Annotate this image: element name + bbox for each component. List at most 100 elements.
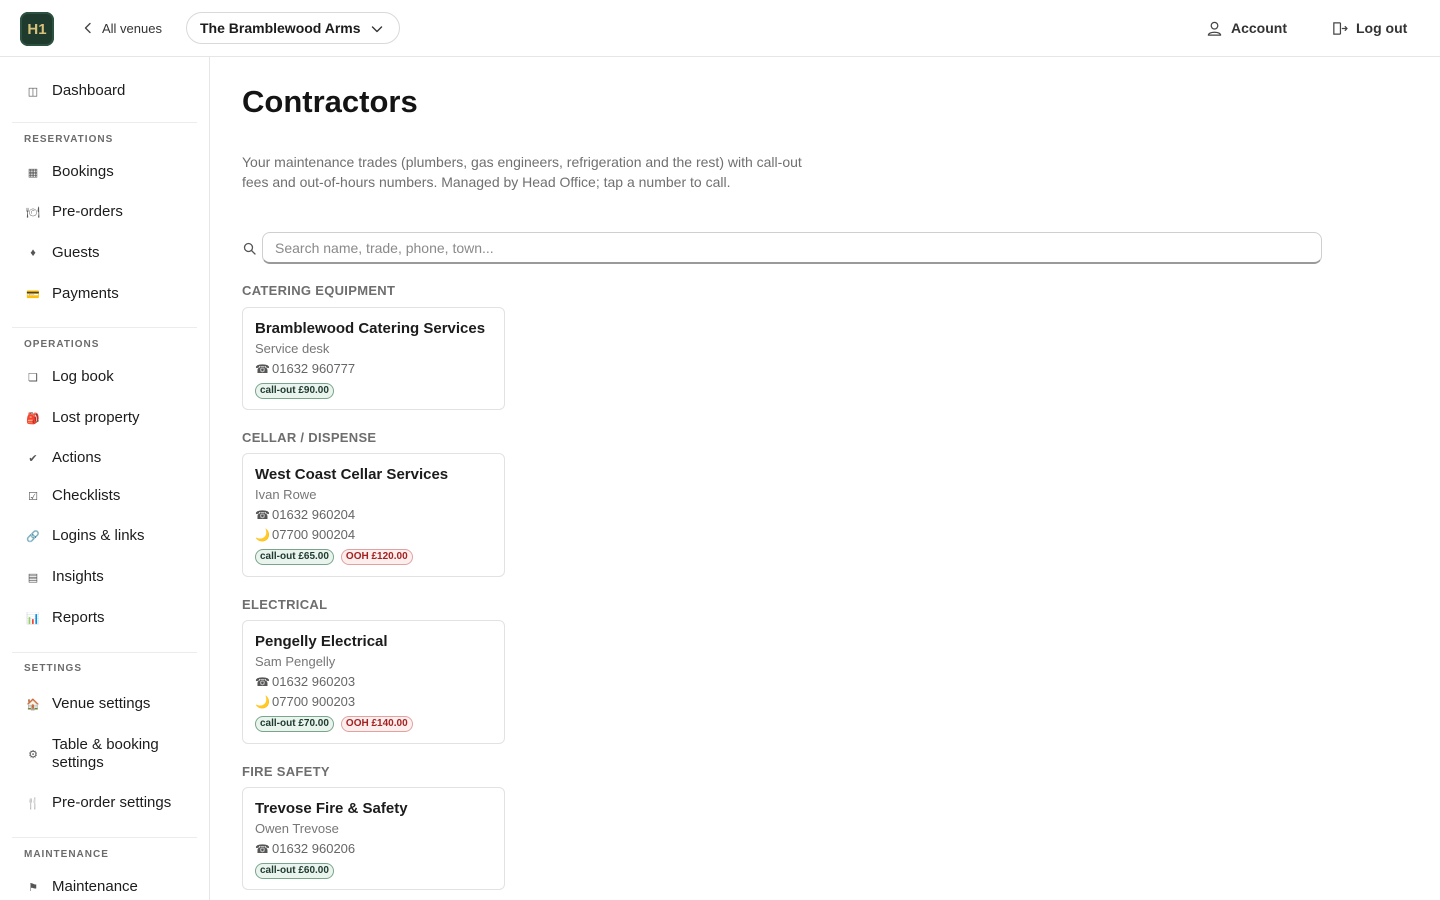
sidebar-item-label: Insights [52, 568, 104, 585]
contractor-card[interactable]: Bramblewood Catering Services Service de… [242, 307, 505, 410]
section-label-settings: SETTINGS [24, 663, 83, 674]
contractor-contact: Owen Trevose [255, 821, 339, 836]
venue-name: The Bramblewood Arms [200, 20, 361, 36]
logbook-icon: ❏ [28, 371, 38, 384]
sidebar-item-venue-settings[interactable]: 🏠 Venue settings [24, 695, 199, 713]
fee-badges: call-out £65.00 OOH £120.00 [255, 549, 492, 565]
phone-number: 01632 960204 [272, 507, 356, 522]
logout-button[interactable]: Log out [1331, 18, 1407, 38]
sidebar-item-label: Logins & links [52, 527, 145, 544]
user-icon [1207, 21, 1222, 36]
ooh-fee-badge: OOH £140.00 [340, 716, 413, 732]
phone-link[interactable]: ☎ 01632 960777 [255, 359, 492, 379]
gear-icon: ⚙ [28, 748, 38, 761]
logout-label: Log out [1356, 20, 1408, 36]
phone-icon: ☎ [255, 675, 270, 689]
ooh-phone-number: 07700 900203 [272, 694, 356, 709]
venue-selector[interactable]: The Bramblewood Arms [186, 12, 400, 44]
fee-badges: call-out £70.00 OOH £140.00 [255, 716, 492, 732]
contractor-contact: Service desk [255, 341, 330, 356]
moon-icon: 🌙 [255, 695, 270, 709]
sidebar-item-bookings[interactable]: ▦ Bookings [24, 163, 199, 181]
house-icon: 🏠 [26, 698, 40, 711]
contractor-contact: Ivan Rowe [255, 487, 317, 502]
ooh-fee-badge: OOH £120.00 [340, 549, 413, 565]
group-title-cellar-dispense: CELLAR / DISPENSE [242, 430, 377, 445]
callout-fee-badge: call-out £70.00 [255, 716, 334, 732]
phone-link[interactable]: ☎ 01632 960206 [255, 839, 492, 859]
section-label-reservations: RESERVATIONS [24, 134, 114, 145]
sidebar-item-lost-property[interactable]: 🎒 Lost property [24, 409, 199, 427]
chevron-left-icon [84, 22, 91, 34]
sidebar-item-reports[interactable]: 📊 Reports [24, 609, 199, 627]
sidebar-item-label: Reports [52, 609, 105, 626]
search-input[interactable] [262, 232, 1322, 264]
link-icon: 🔗 [26, 530, 40, 543]
out-of-hours-phone-link[interactable]: 🌙 07700 900203 [255, 692, 492, 712]
sidebar-divider [12, 327, 197, 328]
sidebar-item-preorder-settings[interactable]: 🍴 Pre-order settings [24, 794, 199, 812]
sidebar-item-preorders[interactable]: 🍽 Pre-orders [24, 203, 199, 221]
sidebar-item-guests[interactable]: ♦ Guests [24, 244, 199, 262]
sidebar: ◫ Dashboard RESERVATIONS ▦ Bookings 🍽 Pr… [0, 57, 210, 900]
all-venues-label: All venues [102, 20, 162, 36]
moon-icon: 🌙 [255, 528, 270, 542]
app-logo[interactable]: H1 [20, 12, 54, 46]
phone-link[interactable]: ☎ 01632 960203 [255, 672, 492, 692]
contractor-card[interactable]: Pengelly Electrical Sam Pengelly ☎ 01632… [242, 620, 505, 744]
sidebar-item-maintenance[interactable]: ⚑ Maintenance [24, 878, 199, 896]
all-venues-link[interactable]: All venues [82, 18, 162, 38]
group-title-catering-equipment: CATERING EQUIPMENT [242, 283, 396, 298]
sidebar-item-table-booking-settings[interactable]: ⚙ Table & booking settings [24, 736, 199, 772]
callout-fee-badge: call-out £65.00 [255, 549, 334, 565]
phone-number: 01632 960203 [272, 674, 356, 689]
insights-icon: ▤ [27, 571, 39, 584]
sidebar-item-logins[interactable]: 🔗 Logins & links [24, 527, 199, 545]
chevron-down-icon [371, 26, 383, 33]
dashboard-icon: ◫ [27, 85, 39, 98]
sidebar-item-payments[interactable]: 💳 Payments [24, 285, 199, 303]
sidebar-item-label: Payments [52, 285, 119, 302]
section-label-operations: OPERATIONS [24, 339, 100, 350]
fee-badges: call-out £90.00 [255, 383, 492, 399]
sidebar-divider [12, 122, 197, 123]
sidebar-item-label: Lost property [52, 409, 140, 426]
plate-icon: 🍽 [26, 206, 40, 219]
account-label: Account [1231, 20, 1287, 36]
sidebar-item-insights[interactable]: ▤ Insights [24, 568, 199, 586]
group-title-electrical: ELECTRICAL [242, 597, 328, 612]
sidebar-item-label: Pre-order settings [52, 794, 172, 811]
sidebar-item-label: Bookings [52, 163, 114, 180]
account-button[interactable]: Account [1206, 18, 1287, 38]
search-icon [243, 242, 256, 255]
flag-icon: ⚑ [28, 881, 38, 894]
sidebar-item-label: Maintenance [52, 878, 138, 895]
contractor-name: West Coast Cellar Services [255, 466, 449, 483]
page-intro: Your maintenance trades (plumbers, gas e… [242, 154, 802, 190]
section-label-maintenance: MAINTENANCE [24, 849, 109, 860]
contractor-card[interactable]: Trevose Fire & Safety Owen Trevose ☎ 016… [242, 787, 505, 890]
sidebar-item-label: Log book [52, 368, 114, 385]
phone-number: 01632 960206 [272, 841, 356, 856]
out-of-hours-phone-link[interactable]: 🌙 07700 900204 [255, 525, 492, 545]
guests-icon: ♦ [30, 247, 36, 259]
sidebar-item-label: Actions [52, 449, 102, 466]
sidebar-item-label: Pre-orders [52, 203, 123, 220]
sidebar-item-label: Guests [52, 244, 100, 261]
calendar-icon: ▦ [27, 166, 39, 179]
sidebar-item-logbook[interactable]: ❏ Log book [24, 368, 199, 386]
fee-badges: call-out £60.00 [255, 863, 492, 879]
checkmark-icon: ✔ [28, 452, 38, 465]
card-icon: 💳 [26, 288, 40, 301]
sidebar-item-actions[interactable]: ✔ Actions [24, 449, 199, 467]
contractor-card[interactable]: West Coast Cellar Services Ivan Rowe ☎ 0… [242, 453, 505, 577]
sidebar-item-checklists[interactable]: ☑ Checklists [24, 487, 199, 505]
logo-text: H1 [27, 20, 47, 38]
callout-fee-badge: call-out £90.00 [255, 383, 334, 399]
ooh-phone-number: 07700 900204 [272, 527, 356, 542]
sidebar-divider [12, 837, 197, 838]
sidebar-item-dashboard[interactable]: ◫ Dashboard [24, 82, 199, 100]
sidebar-divider [12, 652, 197, 653]
phone-link[interactable]: ☎ 01632 960204 [255, 505, 492, 525]
contractor-name: Pengelly Electrical [255, 633, 388, 650]
